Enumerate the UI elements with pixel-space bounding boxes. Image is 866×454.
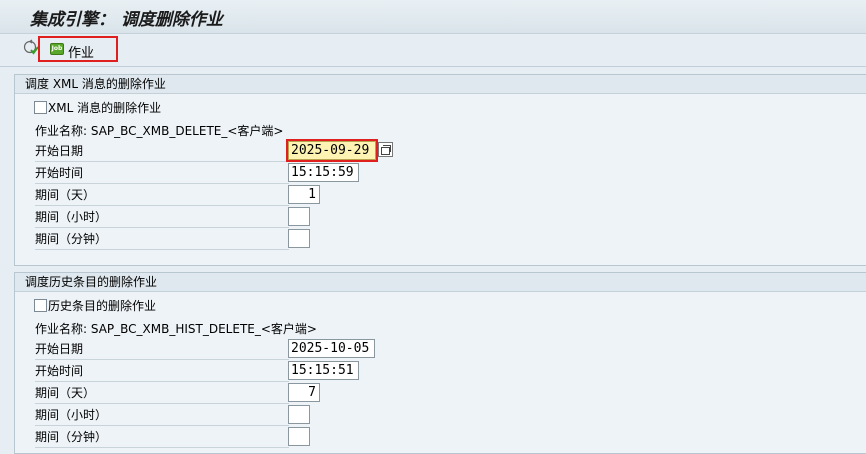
period-days-input[interactable]: 7	[288, 383, 320, 402]
xml-delete-job-section: 调度 XML 消息的删除作业 XML 消息的删除作业 作业名称: SAP_BC_…	[14, 74, 866, 266]
xml-delete-job-checkbox[interactable]	[34, 101, 47, 114]
page-title: 集成引擎： 调度删除作业	[30, 10, 223, 30]
job-button-label: 作业	[68, 46, 95, 61]
period-days-label: 期间（天）	[35, 383, 289, 404]
period-days-input[interactable]: 1	[288, 185, 320, 204]
period-minutes-label: 期间（分钟）	[35, 229, 289, 250]
period-days-label: 期间（天）	[35, 185, 289, 206]
start-time-input[interactable]: 15:15:59	[288, 163, 359, 182]
start-time-input[interactable]: 15:15:51	[288, 361, 359, 380]
history-delete-job-checkbox-label: 历史条目的删除作业	[48, 299, 157, 313]
period-minutes-input[interactable]	[288, 427, 310, 446]
history-delete-job-checkbox[interactable]	[34, 299, 47, 312]
section-header: 调度 XML 消息的删除作业	[15, 75, 866, 94]
job-icon: Job	[50, 43, 64, 55]
period-hours-label: 期间（小时）	[35, 207, 289, 228]
period-minutes-label: 期间（分钟）	[35, 427, 289, 448]
section-header: 调度历史条目的删除作业	[15, 273, 866, 292]
period-hours-input[interactable]	[288, 405, 310, 424]
start-date-input[interactable]: 2025-10-05	[288, 339, 375, 358]
start-date-input[interactable]: 2025-09-29	[286, 139, 378, 162]
start-date-label: 开始日期	[35, 141, 289, 162]
title-bar: 集成引擎： 调度删除作业	[0, 0, 866, 34]
job-button[interactable]: Job 作业	[38, 36, 118, 62]
start-time-label: 开始时间	[35, 361, 289, 382]
start-date-label: 开始日期	[35, 339, 289, 360]
period-minutes-input[interactable]	[288, 229, 310, 248]
period-hours-label: 期间（小时）	[35, 405, 289, 426]
job-name-text: 作业名称: SAP_BC_XMB_DELETE_<客户端>	[35, 124, 284, 138]
history-delete-job-section: 调度历史条目的删除作业 历史条目的删除作业 作业名称: SAP_BC_XMB_H…	[14, 272, 866, 454]
xml-delete-job-checkbox-label: XML 消息的删除作业	[48, 101, 162, 115]
start-time-label: 开始时间	[35, 163, 289, 184]
period-hours-input[interactable]	[288, 207, 310, 226]
application-toolbar: Job 作业	[0, 34, 866, 67]
job-name-text: 作业名称: SAP_BC_XMB_HIST_DELETE_<客户端>	[35, 322, 317, 336]
calendar-picker-icon[interactable]	[378, 142, 393, 157]
